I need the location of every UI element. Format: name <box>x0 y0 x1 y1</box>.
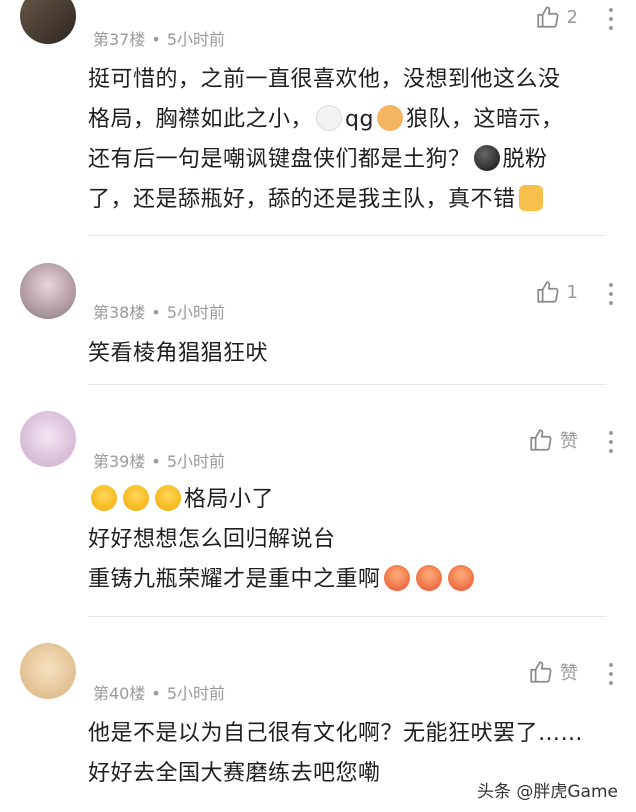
avatar[interactable] <box>20 643 76 699</box>
avatar[interactable] <box>20 0 76 44</box>
comment-meta: 第38楼 • 5小时前 <box>93 299 225 323</box>
more-button[interactable] <box>608 431 614 453</box>
avatar[interactable] <box>20 411 76 467</box>
comment-line: 格局，胸襟如此之小， qg 狼队，这暗示， <box>88 105 564 132</box>
dot-separator: • <box>151 452 161 471</box>
comment-meta: 第39楼 • 5小时前 <box>93 448 225 472</box>
floor-number: 第37楼 <box>93 30 146 49</box>
comment-time: 5小时前 <box>166 30 225 49</box>
floor-number: 第40楼 <box>93 684 146 703</box>
comment-time: 5小时前 <box>166 684 225 703</box>
dog-emoji-icon <box>376 105 403 131</box>
more-vertical-icon <box>609 663 613 667</box>
divider <box>88 384 606 385</box>
laugh-emoji-icon <box>123 485 149 511</box>
floor-number: 第39楼 <box>93 452 146 471</box>
comment-body: 格局小了 好好想想怎么回归解说台 重铸九瓶荣耀才是重中之重啊 <box>88 480 606 600</box>
black-face-emoji-icon <box>473 145 500 171</box>
like-button[interactable]: 2 <box>535 4 578 30</box>
comment-body: 笑看棱角猖猖狂吠 <box>88 334 606 374</box>
angry-emoji-icon <box>383 565 410 591</box>
comment-line: 笑看棱角猖猖狂吠 <box>88 341 269 366</box>
more-vertical-icon <box>609 283 613 287</box>
like-button[interactable]: 赞 <box>528 659 578 685</box>
like-label: 赞 <box>560 663 578 684</box>
comment-time: 5小时前 <box>166 303 225 322</box>
comment-time: 5小时前 <box>166 452 225 471</box>
laugh-emoji-icon <box>155 485 181 511</box>
comment-meta: 第40楼 • 5小时前 <box>93 680 225 704</box>
comment-body: 挺可惜的，之前一直很喜欢他，没想到他这么没 格局，胸襟如此之小， qg 狼队，这暗示… <box>88 60 606 220</box>
more-button[interactable] <box>608 283 614 305</box>
avatar[interactable] <box>20 263 76 319</box>
floor-number: 第38楼 <box>93 303 146 322</box>
comment-line: 了，还是舔瓶好，舔的还是我主队，真不错 <box>88 180 606 220</box>
more-vertical-icon <box>609 8 613 12</box>
like-count: 1 <box>566 281 578 303</box>
divider <box>88 235 606 236</box>
chicken-emoji-icon <box>316 105 343 131</box>
dot-separator: • <box>151 684 161 703</box>
more-button[interactable] <box>608 8 614 30</box>
like-button[interactable]: 赞 <box>528 427 578 453</box>
comment-line: 重铸九瓶荣耀才是重中之重啊 <box>88 560 606 600</box>
thumbs-up-emoji-icon <box>518 185 543 211</box>
angry-emoji-icon <box>447 565 474 591</box>
dot-separator: • <box>151 30 161 49</box>
more-button[interactable] <box>608 663 614 685</box>
comment-meta: 第37楼 • 5小时前 <box>93 26 225 50</box>
thumbs-up-icon <box>530 661 552 683</box>
like-button[interactable]: 1 <box>535 279 578 305</box>
more-vertical-icon <box>609 431 613 435</box>
thumbs-up-icon <box>536 6 559 28</box>
dot-separator: • <box>151 303 161 322</box>
comment-line: 还有后一句是嘲讽键盘侠们都是土狗？ 脱粉 <box>88 145 548 172</box>
thumbs-up-icon <box>530 429 552 451</box>
angry-emoji-icon <box>415 565 442 591</box>
comment-line: 好好想想怎么回归解说台 <box>88 527 336 552</box>
watermark: 头条 @胖虎Game <box>476 782 618 802</box>
comment-line: 格局小了 <box>88 480 606 520</box>
comment-line: 挺可惜的，之前一直很喜欢他，没想到他这么没 <box>88 67 561 92</box>
comment-line: 他是不是以为自己很有文化啊？无能狂吠罢了…… <box>88 721 584 746</box>
like-label: 赞 <box>560 431 578 452</box>
thumbs-up-icon <box>536 281 559 303</box>
like-count: 2 <box>566 6 578 28</box>
laugh-emoji-icon <box>91 485 117 511</box>
divider <box>88 616 606 617</box>
